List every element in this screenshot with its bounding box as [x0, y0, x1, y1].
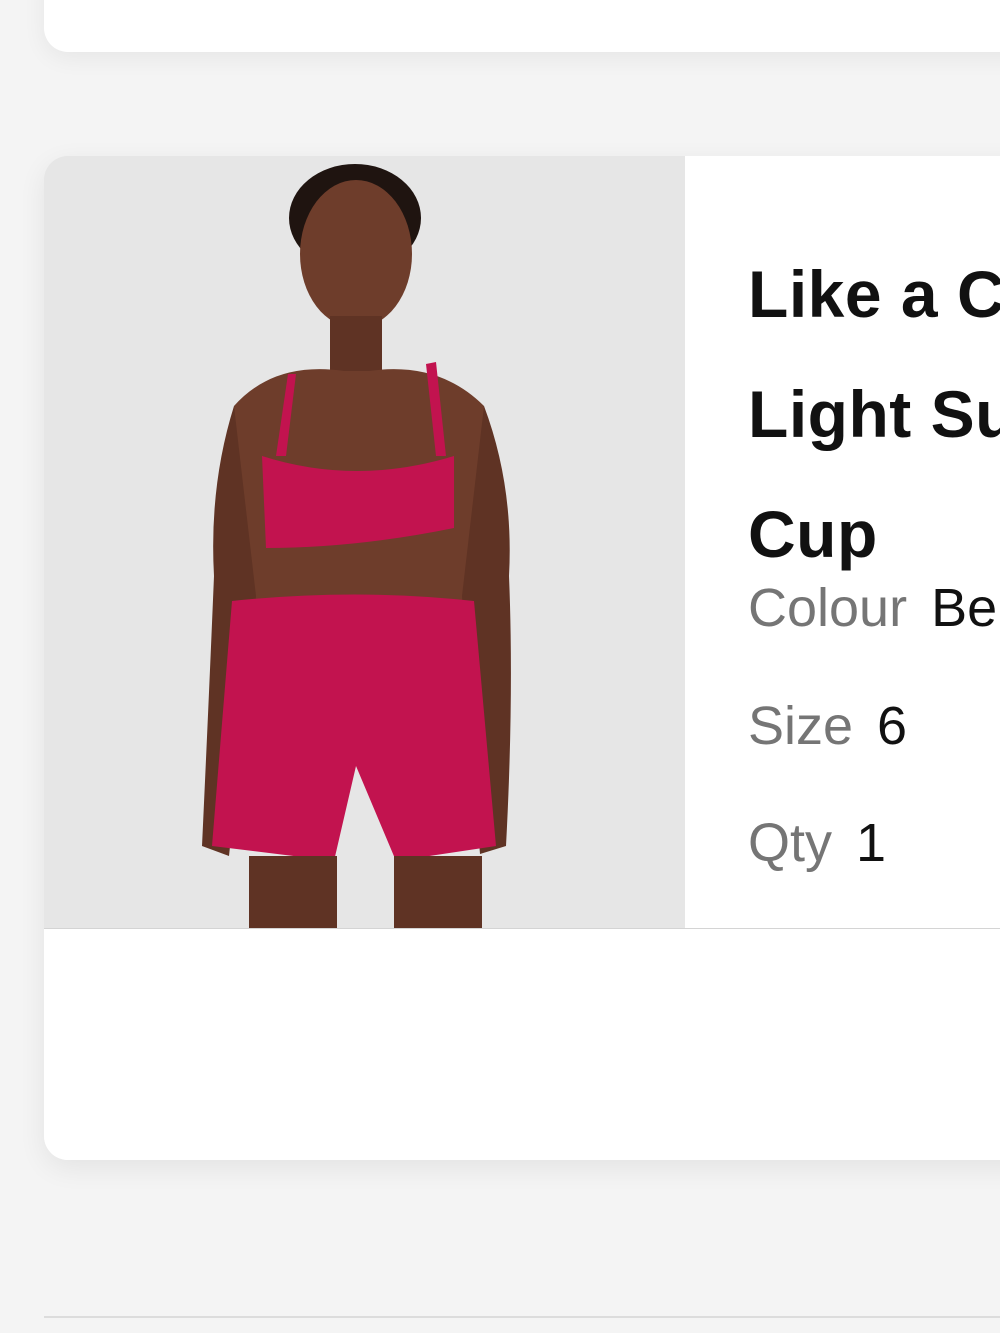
- colour-label: Colour: [748, 578, 908, 638]
- cart-item-card: Like a Cloud Bra Light Support, B/C Cup …: [44, 156, 1000, 1160]
- product-image[interactable]: [44, 156, 685, 928]
- size-value: 6: [877, 696, 908, 756]
- card-footer: [44, 929, 1000, 1160]
- quantity-value: 1: [856, 813, 887, 873]
- colour-value: Berry: [931, 578, 1000, 638]
- product-link[interactable]: Like a Cloud Bra Light Support, B/C Cup …: [44, 156, 1000, 928]
- size-attribute: Size 6: [748, 696, 907, 756]
- quantity-label: Qty: [748, 813, 833, 873]
- colour-attribute: Colour Berry: [748, 578, 1000, 638]
- size-label: Size: [748, 696, 854, 756]
- product-details: Like a Cloud Bra Light Support, B/C Cup …: [748, 156, 1000, 928]
- section-divider: [44, 1316, 1000, 1318]
- product-title[interactable]: Like a Cloud Bra Light Support, B/C Cup: [748, 234, 1000, 594]
- quantity-attribute: Qty 1: [748, 813, 886, 873]
- previous-cart-item-card: [44, 0, 1000, 52]
- product-photo-illustration: [44, 156, 685, 928]
